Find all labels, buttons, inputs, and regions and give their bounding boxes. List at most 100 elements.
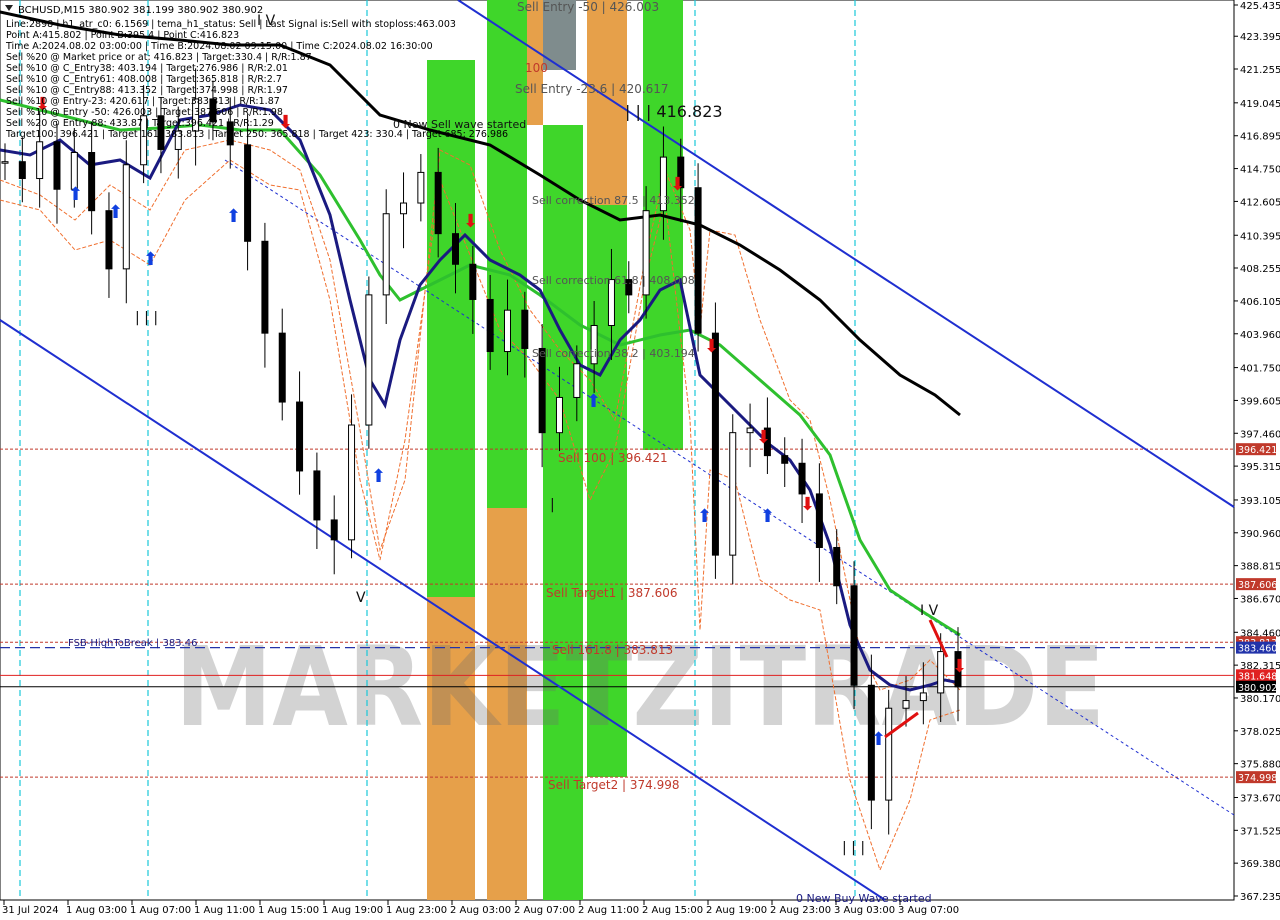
info-line: Sell %10 @ C_Entry38: 403.194 | Target:2… <box>6 63 288 74</box>
candle-body <box>919 692 927 702</box>
y-tick-label: 388.815 <box>1240 562 1280 573</box>
candle-body <box>902 700 910 709</box>
wave-mark: | | | <box>842 840 865 856</box>
candle-body <box>694 187 702 334</box>
y-tick-label: 397.460 <box>1240 429 1280 440</box>
candle-body <box>452 233 460 265</box>
info-line: Sell %20 @ Entry-88: 433.87 | Target:396… <box>6 118 274 129</box>
candle-body <box>521 309 529 349</box>
down-arrow-icon: ⬇ <box>704 336 719 357</box>
candle-body <box>555 396 563 434</box>
info-line: Sell %10 @ Entry-23: 420.617 | Target:38… <box>6 96 280 107</box>
y-tick-label: 393.105 <box>1240 496 1280 507</box>
x-tick-label: 31 Jul 2024 <box>2 905 59 916</box>
down-arrow-icon: ⬇ <box>756 427 771 448</box>
up-arrow-icon: ⬆ <box>586 391 601 412</box>
candle-body <box>798 462 806 495</box>
y-tick-label: 414.750 <box>1240 165 1280 176</box>
candle-body <box>434 171 442 235</box>
label-sell-corr-382: Sell correction 38.2 | 403.194 <box>532 347 695 360</box>
candle-body <box>365 294 373 426</box>
y-tick-label: 367.235 <box>1240 892 1280 903</box>
candle-body <box>313 470 321 521</box>
x-tick-label: 2 Aug 15:00 <box>642 905 703 916</box>
symbol-header: BCHUSD,M15 380.902 381.199 380.902 380.9… <box>18 5 263 16</box>
candle-body <box>746 427 754 434</box>
info-line: Sell %10 @ Entry -50: 426.003 | Target:3… <box>6 107 283 118</box>
price-chart[interactable]: MARKETZITRADE ⬇ ⬇ ⬇ ⬇ ⬇ ⬇ ⬇ ⬇ ⬆ ⬆ ⬆ ⬆ ⬆ … <box>0 0 1280 920</box>
down-arrow-icon: ⬇ <box>463 211 478 232</box>
up-arrow-icon: ⬆ <box>760 506 775 527</box>
x-tick-label: 1 Aug 15:00 <box>258 905 319 916</box>
x-tick-label: 1 Aug 03:00 <box>66 905 127 916</box>
price-badge-label: 387.606 <box>1238 580 1277 591</box>
y-tick-label: 425.435 <box>1240 1 1280 12</box>
y-tick-label: 403.960 <box>1240 330 1280 341</box>
label-sell-entry-50: Sell Entry -50 | 426.003 <box>517 0 659 14</box>
label-sell-target2: Sell Target2 | 374.998 <box>548 778 680 792</box>
x-tick-label: 1 Aug 07:00 <box>130 905 191 916</box>
label-100: 100 <box>525 61 548 75</box>
zone-orange-4 <box>587 0 627 205</box>
info-line: Sell %10 @ C_Entry61: 408.008 | Target:3… <box>6 74 282 85</box>
price-badge-label: 381.648 <box>1238 671 1277 682</box>
info-line: Line:2898 | h1_atr_c0: 6.1569 | tema_h1_… <box>6 19 456 30</box>
label-new-buy-wave: 0 New Buy Wave started <box>796 892 932 905</box>
candle-body <box>833 546 841 587</box>
label-sell-entry-23: Sell Entry -23.6 | 420.617 <box>515 82 669 96</box>
price-badge-label: 383.460 <box>1238 644 1277 655</box>
candle-body <box>244 144 252 242</box>
down-arrow-icon: ⬇ <box>952 656 967 677</box>
candle-body <box>330 519 338 541</box>
up-arrow-icon: ⬆ <box>697 506 712 527</box>
candle-body <box>122 164 130 270</box>
candle-body <box>400 202 408 215</box>
down-arrow-icon: ⬇ <box>670 174 685 195</box>
candle-body <box>729 432 737 556</box>
candle-body <box>382 213 390 296</box>
x-tick-label: 2 Aug 19:00 <box>706 905 767 916</box>
wave-mark: | <box>550 497 555 513</box>
up-arrow-icon: ⬆ <box>68 184 83 205</box>
label-sell-corr-618: Sell correction 61.8 | 408.008 <box>532 274 695 287</box>
y-tick-label: 395.315 <box>1240 462 1280 473</box>
candle-body <box>261 240 269 334</box>
candle-body <box>885 707 893 801</box>
price-badge-label: 380.902 <box>1238 683 1277 694</box>
label-point-c: | | | 416.823 <box>625 102 723 121</box>
candle-body <box>1 161 9 164</box>
candle-body <box>538 347 546 434</box>
candle-body <box>711 332 719 556</box>
x-tick-label: 3 Aug 07:00 <box>898 905 959 916</box>
up-arrow-icon: ⬆ <box>143 249 158 270</box>
candle-body <box>36 141 44 180</box>
candle-body <box>503 309 511 353</box>
y-tick-label: 419.045 <box>1240 99 1280 110</box>
up-arrow-icon: ⬆ <box>371 466 386 487</box>
y-tick-label: 406.105 <box>1240 297 1280 308</box>
candle-body <box>937 651 945 694</box>
label-fsb: FSB-HighToBreak | 383.46 <box>68 638 197 649</box>
label-sell-target1: Sell Target1 | 387.606 <box>546 586 678 600</box>
candle-body <box>88 152 96 212</box>
info-line: Time A:2024.08.02 03:00:00 | Time B:2024… <box>5 41 433 52</box>
price-badge-label: 374.998 <box>1238 773 1277 784</box>
candle-body <box>469 263 477 300</box>
candle-body <box>53 141 61 190</box>
info-line: Target100: 396.421 | Target 161: 383.813… <box>5 129 508 140</box>
y-tick-label: 408.255 <box>1240 264 1280 275</box>
wave-mark: V <box>356 590 366 606</box>
x-tick-label: 1 Aug 23:00 <box>386 905 447 916</box>
candle-body <box>417 171 425 204</box>
y-tick-label: 423.395 <box>1240 32 1280 43</box>
y-tick-label: 416.895 <box>1240 132 1280 143</box>
zone-green-2 <box>487 0 527 508</box>
y-tick-label: 375.880 <box>1240 760 1280 771</box>
x-tick-label: 2 Aug 11:00 <box>578 905 639 916</box>
y-tick-label: 421.255 <box>1240 65 1280 76</box>
x-tick-label: 2 Aug 07:00 <box>514 905 575 916</box>
info-line: Sell %10 @ C_Entry88: 413.352 | Target:3… <box>6 85 288 96</box>
y-tick-label: 399.605 <box>1240 396 1280 407</box>
up-arrow-icon: ⬆ <box>226 206 241 227</box>
label-sell-161: Sell 161.8 | 383.813 <box>552 643 673 657</box>
